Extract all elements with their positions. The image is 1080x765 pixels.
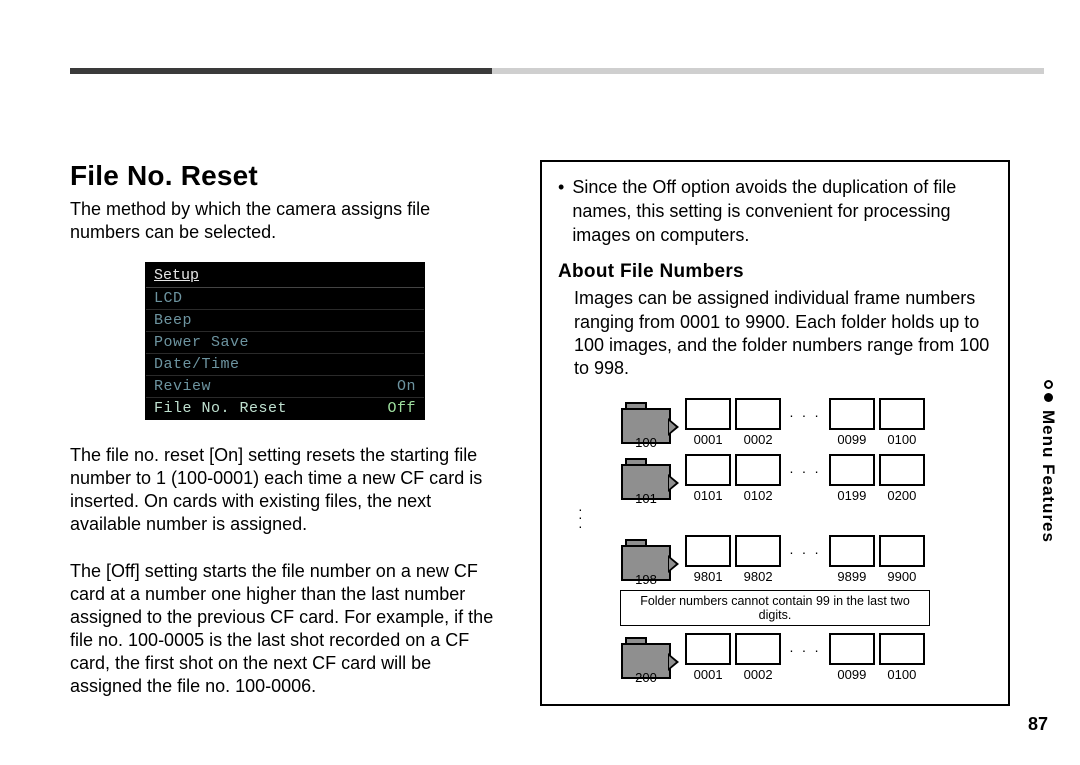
file-slot <box>685 454 731 486</box>
lcd-key: File No. Reset <box>154 400 287 417</box>
file-number: 9900 <box>887 569 916 584</box>
folder-row: 0001 0002 · · · 0099 0100 200 <box>621 630 929 686</box>
file-number: 0100 <box>887 432 916 447</box>
page-number: 87 <box>1028 714 1048 735</box>
ellipsis-icon: · · · <box>785 544 825 560</box>
lcd-row: Power Save <box>146 332 424 354</box>
file-slot <box>735 398 781 430</box>
file-number: 0100 <box>887 667 916 682</box>
lcd-row: Date/Time <box>146 354 424 376</box>
about-file-numbers-paragraph: Images can be assigned individual frame … <box>558 287 992 381</box>
lcd-row: Beep <box>146 310 424 332</box>
file-slot <box>735 633 781 665</box>
header-rule-dark <box>70 68 492 74</box>
file-slot <box>735 535 781 567</box>
manual-page: File No. Reset The method by which the c… <box>0 0 1080 765</box>
paragraph-off-setting: The [Off] setting starts the file number… <box>70 560 500 698</box>
file-number: 0001 <box>694 667 723 682</box>
folder-row: 0001 0002 · · · 0099 0100 100 <box>621 395 929 451</box>
file-number: 9899 <box>837 569 866 584</box>
folder-row: 0101 0102 · · · 0199 0200 101 <box>621 451 929 507</box>
vertical-ellipsis-icon: ··· <box>578 505 585 530</box>
diagram-note: Folder numbers cannot contain 99 in the … <box>620 590 930 626</box>
folder-row: 9801 9802 · · · 9899 9900 198 <box>621 532 929 588</box>
file-slot <box>685 398 731 430</box>
subheading-about-file-numbers: About File Numbers <box>558 261 992 283</box>
file-number: 0099 <box>837 432 866 447</box>
bullet-dot-icon: • <box>558 176 564 247</box>
file-number: 0002 <box>744 432 773 447</box>
lcd-val: Off <box>387 400 416 417</box>
file-number: 9802 <box>744 569 773 584</box>
content-columns: File No. Reset The method by which the c… <box>70 160 1042 745</box>
ellipsis-icon: · · · <box>785 463 825 479</box>
bullet-text: Since the Off option avoids the duplicat… <box>572 176 992 247</box>
file-slot <box>829 535 875 567</box>
file-number: 0002 <box>744 667 773 682</box>
right-column: • Since the Off option avoids the duplic… <box>540 160 1010 745</box>
lcd-key: Beep <box>154 312 192 329</box>
lcd-val: On <box>397 378 416 395</box>
left-column: File No. Reset The method by which the c… <box>70 160 500 745</box>
file-number: 0099 <box>837 667 866 682</box>
lcd-menu: Setup LCD Beep Power Save Date/Time Revi… <box>145 262 425 420</box>
folder-number: 100 <box>635 435 657 450</box>
paragraph-on-setting: The file no. reset [On] setting resets t… <box>70 444 500 536</box>
page-title: File No. Reset <box>70 160 500 192</box>
file-slot <box>829 454 875 486</box>
info-box: • Since the Off option avoids the duplic… <box>540 160 1010 706</box>
lcd-row-selected: File No. Reset Off <box>146 398 424 419</box>
lcd-row: LCD <box>146 288 424 310</box>
file-slot <box>685 535 731 567</box>
lcd-screenshot: Setup LCD Beep Power Save Date/Time Revi… <box>70 262 500 420</box>
file-slot <box>879 535 925 567</box>
file-slot <box>879 633 925 665</box>
lcd-key: Review <box>154 378 211 395</box>
folder-number: 200 <box>635 670 657 685</box>
folder-number: 198 <box>635 572 657 587</box>
ellipsis-icon: · · · <box>785 407 825 423</box>
header-rule <box>70 68 1042 74</box>
file-number: 0101 <box>694 488 723 503</box>
intro-paragraph: The method by which the camera assigns f… <box>70 198 500 244</box>
file-number: 9801 <box>694 569 723 584</box>
lcd-menu-title: Setup <box>146 263 424 288</box>
lcd-key: LCD <box>154 290 183 307</box>
lcd-key: Date/Time <box>154 356 240 373</box>
file-slot <box>879 454 925 486</box>
file-slot <box>879 398 925 430</box>
section-label: Menu Features <box>1038 410 1058 543</box>
bullet-off-option: • Since the Off option avoids the duplic… <box>558 176 992 247</box>
file-slot <box>685 633 731 665</box>
file-number: 0199 <box>837 488 866 503</box>
lcd-row: Review On <box>146 376 424 398</box>
file-slot <box>829 633 875 665</box>
header-rule-light <box>492 68 1044 74</box>
tab-indicator-icon <box>1044 380 1053 402</box>
lcd-key: Power Save <box>154 334 249 351</box>
ellipsis-icon: · · · <box>785 642 825 658</box>
folder-number: 101 <box>635 491 657 506</box>
file-number: 0200 <box>887 488 916 503</box>
section-tab: Menu Features <box>1038 380 1058 543</box>
file-slot <box>829 398 875 430</box>
file-number: 0102 <box>744 488 773 503</box>
folder-diagram: 0001 0002 · · · 0099 0100 100 0101 0102 … <box>558 395 992 686</box>
file-slot <box>735 454 781 486</box>
file-number: 0001 <box>694 432 723 447</box>
